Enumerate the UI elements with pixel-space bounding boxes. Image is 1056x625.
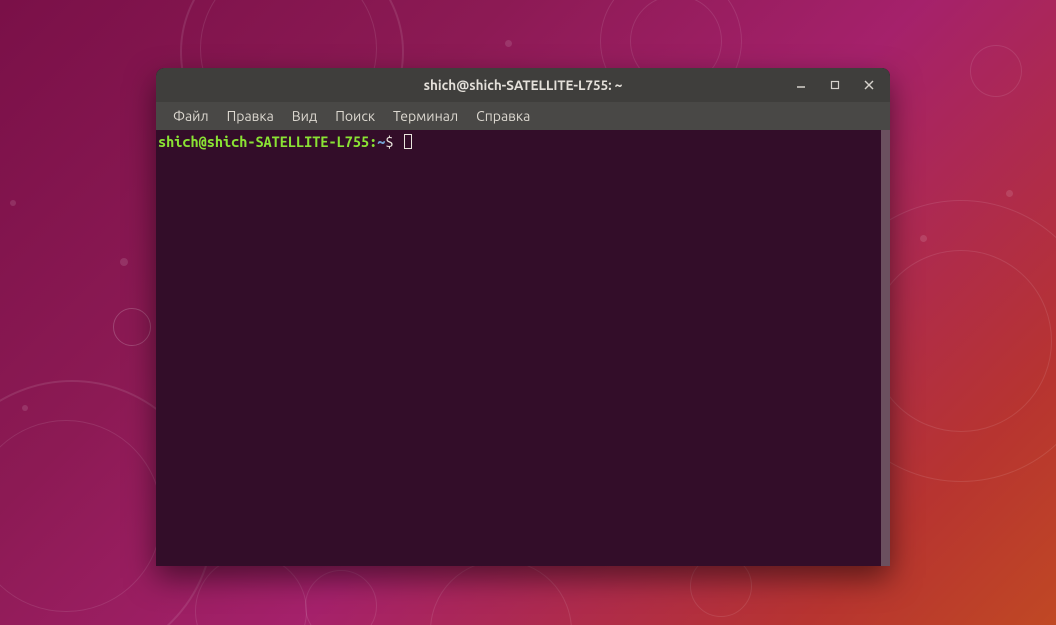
close-icon	[864, 80, 874, 90]
window-title: shich@shich-SATELLITE-L755: ~	[424, 77, 623, 93]
menu-search[interactable]: Поиск	[326, 105, 384, 127]
terminal-window: shich@shich-SATELLITE-L755: ~ Файл Правк…	[156, 68, 890, 566]
prompt-symbol: $	[385, 133, 393, 150]
maximize-icon	[830, 80, 840, 90]
cursor-block	[404, 134, 412, 149]
scrollbar[interactable]	[881, 130, 890, 566]
terminal-body[interactable]: shich@shich-SATELLITE-L755:~$	[156, 130, 890, 566]
minimize-button[interactable]	[784, 68, 818, 102]
prompt-line: shich@shich-SATELLITE-L755:~$	[158, 133, 888, 151]
maximize-button[interactable]	[818, 68, 852, 102]
menu-file[interactable]: Файл	[164, 105, 218, 127]
desktop-wallpaper: shich@shich-SATELLITE-L755: ~ Файл Правк…	[0, 0, 1056, 625]
window-controls	[784, 68, 886, 102]
menu-help[interactable]: Справка	[467, 105, 539, 127]
prompt-user-host: shich@shich-SATELLITE-L755	[158, 133, 369, 150]
minimize-icon	[796, 80, 806, 90]
window-titlebar[interactable]: shich@shich-SATELLITE-L755: ~	[156, 68, 890, 102]
close-button[interactable]	[852, 68, 886, 102]
menu-terminal[interactable]: Терминал	[384, 105, 467, 127]
menu-edit[interactable]: Правка	[218, 105, 283, 127]
menu-bar: Файл Правка Вид Поиск Терминал Справка	[156, 102, 890, 130]
menu-view[interactable]: Вид	[283, 105, 326, 127]
